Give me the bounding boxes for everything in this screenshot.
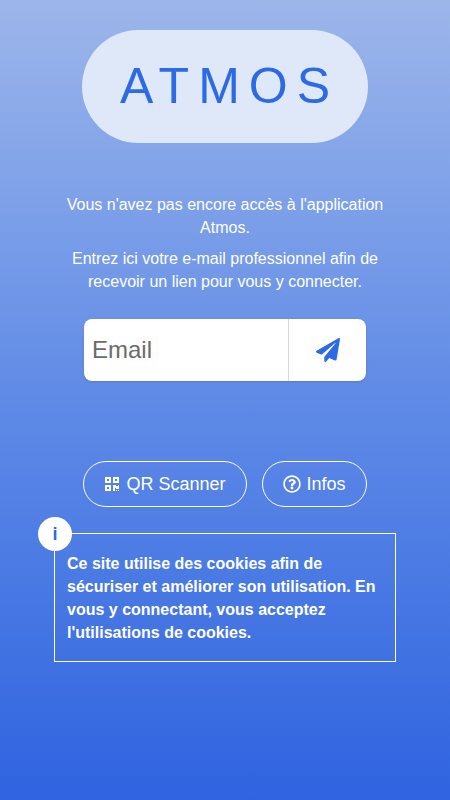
qr-code-icon: [104, 476, 120, 492]
qr-scanner-button[interactable]: QR Scanner: [83, 461, 246, 507]
message-text: Vous n'avez pas encore accès à l'applica…: [45, 193, 405, 239]
logo: ATMOS: [82, 30, 368, 143]
login-screen: ATMOS Vous n'avez pas encore accès à l'ap…: [0, 0, 450, 800]
cookie-text: Ce site utilise des cookies afin de sécu…: [67, 552, 383, 644]
action-buttons: QR Scanner Infos: [83, 461, 366, 507]
email-input[interactable]: [84, 319, 288, 381]
cookie-notice: iCe site utilise des cookies afin de séc…: [54, 533, 396, 662]
infos-button[interactable]: Infos: [262, 461, 367, 507]
question-icon: [283, 475, 301, 493]
messages: Vous n'avez pas encore accès à l'applica…: [45, 193, 405, 293]
info-badge: i: [38, 517, 72, 551]
message-text: Entrez ici votre e-mail professionnel af…: [45, 247, 405, 293]
send-button[interactable]: [288, 319, 366, 381]
email-form: [84, 319, 366, 381]
paper-plane-icon: [316, 338, 340, 362]
